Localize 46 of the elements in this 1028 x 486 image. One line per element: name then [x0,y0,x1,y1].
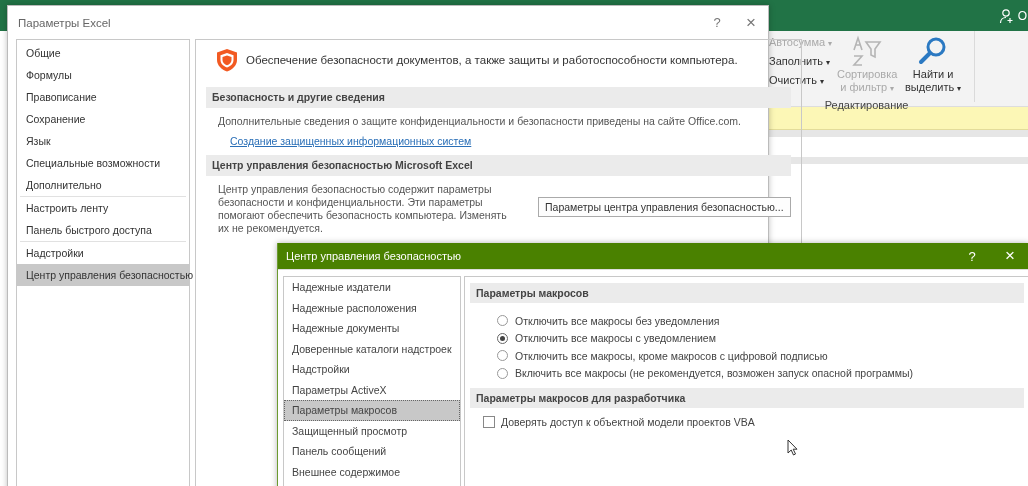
sidebar-item[interactable]: Надстройки [17,242,189,264]
section-header: Центр управления безопасностью Microsoft Excel [206,155,791,176]
trust-text: Центр управления безопасностью содержит параметры безопасности и конфиденциальности. Эти параметры помогают обеспечить безопасность компьютера. Изменять их не рекомендуется. [218,183,508,235]
sidebar-item[interactable]: Специальные возможности [17,152,189,174]
sidebar-item[interactable]: Настроить ленту [17,197,189,219]
dialog-title: Центр управления безопасностью [286,250,462,262]
sidebar-item[interactable]: Дополнительно [17,174,189,196]
ribbon-button[interactable]: Найти и выделить ▾ [902,34,965,95]
radio-option[interactable]: Отключить все макросы, кроме макросов с цифровой подписью [497,347,1024,365]
sidebar-item[interactable]: Правописание [17,86,189,108]
close-button[interactable]: × [734,8,768,37]
sidebar-item[interactable]: Сохранение [17,108,189,130]
sidebar-item[interactable]: Общие [17,42,189,64]
radio-option[interactable]: Отключить все макросы без уведомления [497,312,1024,330]
shield-icon [216,48,238,72]
section-header: Безопасность и другие сведения [206,87,791,108]
sidebar-item[interactable]: Внешнее содержимое [284,461,460,482]
account-name[interactable]: О [1017,8,1027,23]
section-header: Параметры макросов для разработчика [470,388,1024,408]
window-title: Параметры Excel [18,16,112,29]
help-button[interactable]: ? [953,244,991,268]
group-label: Редактирование [824,99,909,111]
sidebar-item[interactable]: Надежные расположения [284,297,460,318]
sidebar-item[interactable]: Надежные документы [284,318,460,339]
checkbox-option[interactable]: Доверять доступ к объектной модели проектов VBA [483,416,1024,428]
sidebar-item[interactable]: Защищенный просмотр [284,420,460,441]
sidebar-item[interactable]: Доверенные каталоги надстроек [284,338,460,359]
trust-settings-button[interactable]: Параметры центра управления безопасностью... [538,197,791,217]
sidebar-item[interactable]: Параметры макросов [284,400,460,421]
link[interactable]: Создание защищенных информационных систем [230,135,472,147]
sidebar-item[interactable]: Надежные издатели [284,277,460,298]
help-button[interactable]: ? [700,8,734,37]
sidebar-item[interactable]: Параметры ActiveX [284,379,460,400]
section-header: Параметры макросов [470,283,1024,303]
cursor-icon [787,439,798,456]
user-icon[interactable] [998,7,1015,24]
radio-option[interactable]: Включить все макросы (не рекомендуется, возможен запуск опасной программы) [497,364,1024,382]
privacy-text: Дополнительные сведения о защите конфиденциальности и безопасности приведены на сайте Office.com. [218,115,742,127]
close-button[interactable]: × [991,244,1028,268]
sidebar-item[interactable]: Панель сообщений [284,441,460,462]
radio-option[interactable]: Отключить все макросы с уведомлением [497,329,1024,347]
sidebar-item[interactable]: Язык [17,130,189,152]
page-heading: Обеспечение безопасности документов, а также защиты и работоспособности компьютера. [246,54,738,66]
sidebar-item[interactable]: Формулы [17,64,189,86]
sidebar-item[interactable]: Надстройки [284,359,460,380]
sidebar-item[interactable]: Панель быстрого доступа [17,219,189,241]
